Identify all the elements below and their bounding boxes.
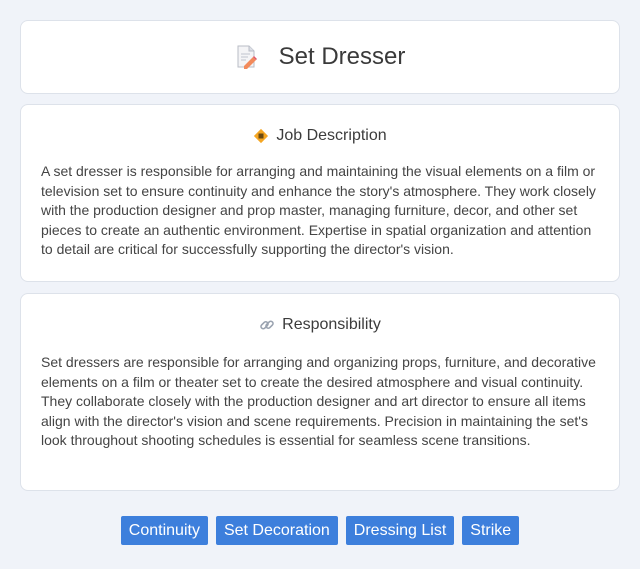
tag-dressing-list[interactable]: Dressing List [345, 516, 455, 545]
responsibility-label: Responsibility [282, 316, 381, 333]
job-description-card: Job Description A set dresser is respons… [20, 104, 620, 282]
job-description-heading: Job Description [21, 127, 619, 145]
responsibility-card: Responsibility Set dressers are responsi… [20, 293, 620, 491]
page-title: Set Dresser [278, 43, 406, 70]
title-card: Set Dresser [20, 20, 620, 94]
responsibility-heading: Responsibility [21, 316, 619, 334]
diamond-badge-icon [253, 128, 269, 144]
tag-continuity[interactable]: Continuity [120, 516, 208, 545]
tag-list: Continuity Set Decoration Dressing List … [0, 516, 640, 545]
tag-set-decoration[interactable]: Set Decoration [215, 516, 338, 545]
job-description-label: Job Description [276, 127, 387, 144]
responsibility-text: Set dressers are responsible for arrangi… [41, 354, 596, 448]
document-pencil-icon [235, 45, 257, 69]
tag-strike[interactable]: Strike [462, 516, 520, 545]
link-icon [259, 317, 275, 333]
job-description-text: A set dresser is responsible for arrangi… [41, 163, 596, 257]
